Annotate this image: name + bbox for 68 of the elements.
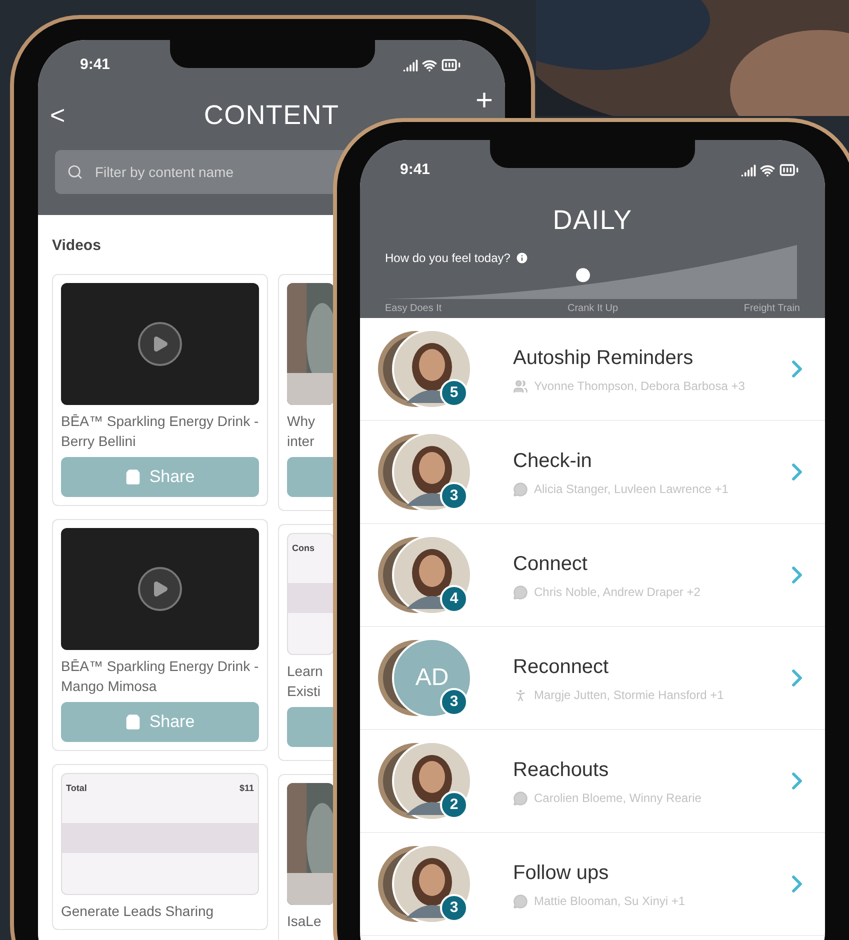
row-title: Connect [513,552,588,577]
content-card[interactable]: Cons Learn Existi [278,524,333,760]
slider-label: Easy Does It [385,302,442,316]
signal-icon [403,58,418,72]
thumbnail-bar [288,583,333,613]
card-title: BĒA™ Sparkling Energy Drink - Mango Mimosa [61,656,259,696]
content-card[interactable]: Why inter [278,274,333,510]
chat-icon [513,894,528,908]
chat-icon [513,584,528,600]
content-card[interactable]: IsaLe [278,774,333,940]
card-title: Learn [287,662,324,680]
add-button[interactable]: + [463,86,493,116]
content-card[interactable]: BĒA™ Sparkling Energy Drink - Mango Mimosa Share [52,518,268,750]
thumbnail-text: Cons [292,542,314,554]
chat-icon [513,790,528,806]
content-card[interactable]: BĒA™ Sparkling Energy Drink - Berry Bellini Share [52,274,268,506]
thumbnail-text: Total [66,782,87,794]
wifi-icon [760,162,775,178]
list-row[interactable]: AD 3 Reconnect Margje Jutten, Stormie Hansford +1 [360,627,825,730]
section-heading: Videos [52,236,101,256]
signal-icon [741,162,756,178]
row-people: Mattie Blooman, Su Xinyi +1 [534,893,686,910]
row-people: Yvonne Thompson, Debora Barbosa +3 [534,378,745,395]
play-icon [138,322,182,366]
status-time: 9:41 [80,54,110,75]
share-button[interactable] [287,706,333,746]
chat-icon [513,482,528,496]
bag-icon [125,714,142,730]
list-row[interactable]: 3 Check-in Alicia Stanger, Luvleen Lawrence +1 [360,421,825,524]
back-button[interactable]: < [50,96,80,134]
share-button[interactable] [287,456,333,496]
row-people: Carolien Bloeme, Winny Rearie [534,790,702,807]
content-card[interactable]: Total $11 Generate Leads Sharing [52,764,268,930]
list-row[interactable]: 5 Autoship Reminders Yvonne Thompson, Debora Barbosa +3 [360,318,825,421]
screen-title: CONTENT [204,98,340,132]
people-icon [513,378,528,394]
slider-label: Freight Train [744,302,800,316]
card-title: inter [287,432,316,450]
video-thumbnail[interactable] [61,528,259,650]
row-title: Follow ups [513,861,610,886]
row-title: Check-in [513,449,593,474]
card-title: Generate Leads Sharing [61,902,215,920]
row-people: Margje Jutten, Stormie Hansford +1 [534,687,724,704]
card-title: IsaLe [287,912,322,930]
row-title: Autoship Reminders [513,346,694,371]
row-title: Reachouts [513,758,610,783]
row-title: Reconnect [513,655,610,680]
list-row[interactable]: 2 Reachouts Carolien Bloeme, Winny Rearie [360,730,825,833]
row-people: Alicia Stanger, Luvleen Lawrence +1 [534,481,728,498]
search-field[interactable]: Filter by content name [55,150,345,194]
bag-icon [125,468,142,484]
card-title: Existi [287,682,322,700]
play-icon [138,566,182,610]
mood-prompt: How do you feel today? [385,250,510,266]
card-title: Why [287,412,316,430]
person-icon [513,688,528,702]
status-time: 9:41 [400,160,430,180]
list-row[interactable]: 4 Connect Chris Noble, Andrew Draper +2 [360,524,825,627]
screen-title: DAILY [552,204,634,237]
card-title: BĒA™ Sparkling Energy Drink - Berry Bellini [61,412,259,450]
wifi-icon [422,58,437,72]
info-icon[interactable] [515,250,530,264]
slider-label: Crank It Up [567,302,618,316]
thumbnail-text: $11 [239,782,254,794]
search-icon [67,164,83,180]
row-people: Chris Noble, Andrew Draper +2 [534,584,700,601]
video-thumbnail[interactable] [61,282,259,404]
list-row[interactable]: 3 Follow ups Mattie Blooman, Su Xinyi +1 [360,833,825,936]
